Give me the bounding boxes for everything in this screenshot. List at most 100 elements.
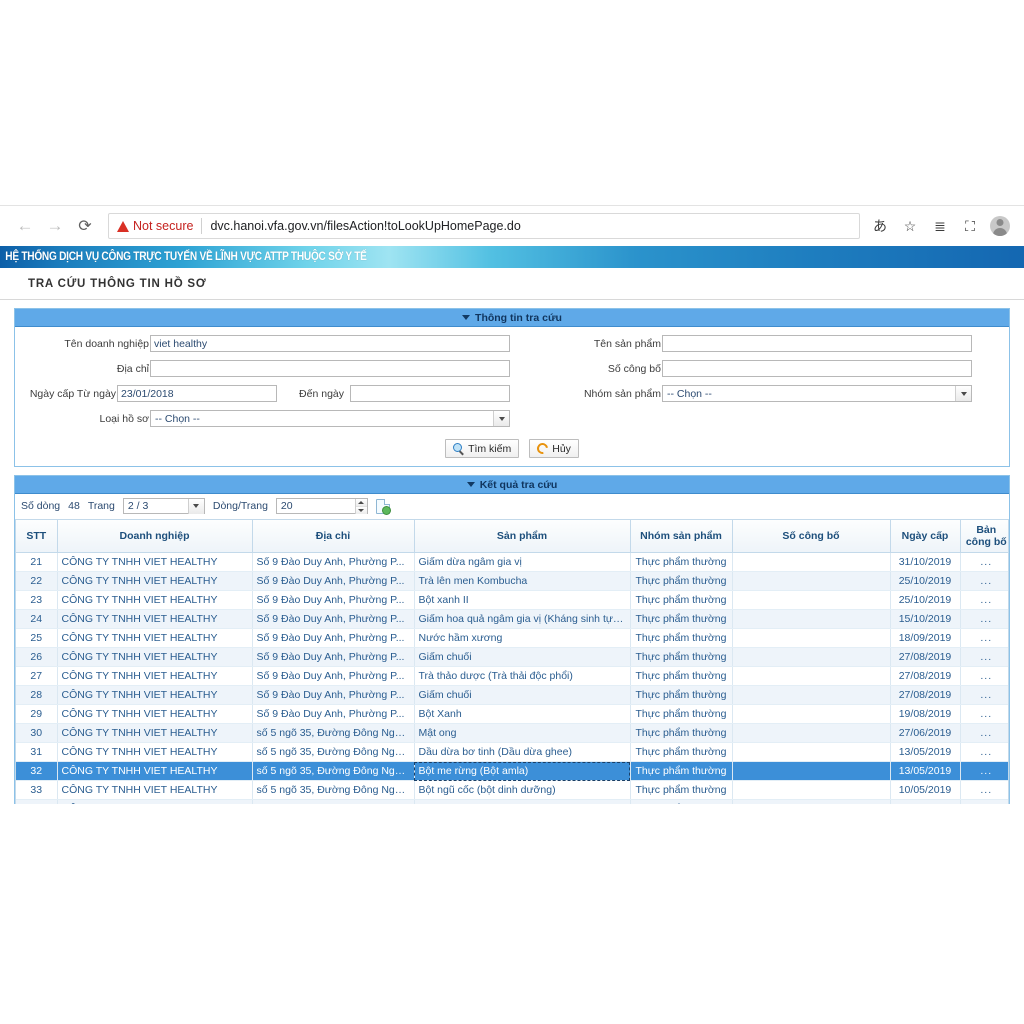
collections-icon[interactable]: ⛶ <box>956 212 984 240</box>
cancel-button[interactable]: Hủy <box>529 439 579 458</box>
cell-company: CÔNG TY TNHH VIET HEALTHY <box>57 571 253 592</box>
translate-icon[interactable]: あ <box>866 212 894 240</box>
favorite-star-icon[interactable]: ☆ <box>896 212 924 240</box>
table-row[interactable]: 30 CÔNG TY TNHH VIET HEALTHY số 5 ngõ 35, … <box>16 723 1008 744</box>
column-header-product[interactable]: Sản phẩm <box>414 520 631 554</box>
cell-date: 27/08/2019 <box>890 685 961 706</box>
page-title: TRA CỨU THÔNG TIN HỒ SƠ <box>28 277 207 290</box>
cell-group: Thực phẩm thường <box>630 647 733 668</box>
arrow-right-icon[interactable]: → <box>40 211 70 241</box>
cell-stt: 32 <box>16 761 58 782</box>
row-count-label: Số dòng <box>21 500 61 512</box>
chevron-down-icon <box>466 482 475 487</box>
results-toolbar: Số dòng 48 Trang 2 / 3 Dòng/Trang 20 <box>15 494 1009 519</box>
search-panel-header-label: Thông tin tra cứu <box>475 311 562 324</box>
results-table-container[interactable]: STT Doanh nghiệp Địa chỉ Sản phẩm Nhóm s… <box>15 519 1009 804</box>
cell-document: ... <box>960 685 1008 706</box>
column-header-group[interactable]: Nhóm sản phẩm <box>630 520 733 554</box>
address-bar[interactable]: Not secure dvc.hanoi.vfa.gov.vn/filesAct… <box>108 213 860 239</box>
export-document-icon[interactable] <box>375 498 391 515</box>
company-input[interactable] <box>150 335 510 352</box>
column-header-address[interactable]: Địa chỉ <box>252 520 415 554</box>
table-row[interactable]: 27 CÔNG TY TNHH VIET HEALTHY Số 9 Đào Duy … <box>16 666 1008 687</box>
date-to-label: Đến ngày <box>299 387 344 400</box>
url-text: dvc.hanoi.vfa.gov.vn/filesAction!toLookU… <box>210 219 521 233</box>
stepper-up-icon[interactable] <box>355 498 367 507</box>
stepper-down-icon[interactable] <box>355 506 367 514</box>
cell-document: ... <box>960 761 1008 782</box>
table-row[interactable]: 23 CÔNG TY TNHH VIET HEALTHY Số 9 Đào Duy … <box>16 590 1008 611</box>
table-row[interactable]: 28 CÔNG TY TNHH VIET HEALTHY Số 9 Đào Duy … <box>16 685 1008 706</box>
table-row[interactable]: 31 CÔNG TY TNHH VIET HEALTHY số 5 ngõ 35, … <box>16 742 1008 763</box>
cell-address: Số 9 Đào Duy Anh, Phường P... <box>252 571 415 592</box>
cell-stt: 24 <box>16 609 58 630</box>
search-button[interactable]: Tìm kiếm <box>445 439 520 458</box>
column-header-date[interactable]: Ngày cấp <box>890 520 961 554</box>
table-row[interactable]: 24 CÔNG TY TNHH VIET HEALTHY Số 9 Đào Duy … <box>16 609 1008 630</box>
file-type-select[interactable]: -- Chọn -- <box>150 410 510 427</box>
cell-declaration <box>732 552 891 573</box>
warning-triangle-icon <box>117 220 129 232</box>
cell-group: Thực phẩm thường <box>630 552 733 573</box>
cell-group: Thực phẩm thường <box>630 742 733 763</box>
table-row[interactable]: 29 CÔNG TY TNHH VIET HEALTHY Số 9 Đào Duy … <box>16 704 1008 725</box>
cell-document: ... <box>960 647 1008 668</box>
site-banner-title: HỆ THỐNG DỊCH VỤ CÔNG TRỰC TUYẾN VỀ LĨNH… <box>5 251 367 263</box>
cell-declaration <box>732 571 891 592</box>
table-row[interactable]: 25 CÔNG TY TNHH VIET HEALTHY Số 9 Đào Duy … <box>16 628 1008 649</box>
reload-icon[interactable]: ⟳ <box>70 211 100 241</box>
arrow-left-icon[interactable]: ← <box>10 211 40 241</box>
product-group-value: -- Chọn -- <box>667 387 712 400</box>
cell-product: Bột me rừng (Bột amla) <box>414 761 631 782</box>
column-header-document[interactable]: Bản công bố <box>960 520 1008 554</box>
page-select[interactable]: 2 / 3 <box>122 498 205 514</box>
cell-date: 27/08/2019 <box>890 666 961 687</box>
search-panel-header[interactable]: Thông tin tra cứu <box>15 309 1009 327</box>
refresh-icon <box>535 440 551 457</box>
chevron-down-icon[interactable] <box>187 498 204 514</box>
product-group-select[interactable]: -- Chọn -- <box>662 385 972 402</box>
cell-date: 18/09/2019 <box>890 628 961 649</box>
results-panel-header[interactable]: Kết quả tra cứu <box>15 476 1009 494</box>
cell-declaration <box>732 799 891 804</box>
address-input[interactable] <box>150 360 510 377</box>
declaration-input[interactable] <box>662 360 972 377</box>
cell-address: Số 9 Đào Duy Anh, Phường P... <box>252 685 415 706</box>
not-secure-indicator[interactable]: Not secure <box>117 219 193 233</box>
file-type-label: Loại hồ sơ <box>99 412 149 425</box>
cell-company: CÔNG TY TNHH VIET HEALTHY <box>57 552 253 573</box>
date-from-input[interactable] <box>117 385 278 402</box>
cell-group: Thực phẩm thường <box>630 685 733 706</box>
profile-avatar-icon[interactable] <box>986 212 1014 240</box>
column-header-stt[interactable]: STT <box>16 520 58 554</box>
column-header-company[interactable]: Doanh nghiệp <box>57 520 253 554</box>
table-row[interactable]: 32 CÔNG TY TNHH VIET HEALTHY số 5 ngõ 35, … <box>16 761 1008 782</box>
chevron-down-icon[interactable] <box>955 386 971 401</box>
results-table-head: STT Doanh nghiệp Địa chỉ Sản phẩm Nhóm s… <box>16 520 1008 554</box>
cell-address: Số 9 Đào Duy Anh, Phường P... <box>252 552 415 573</box>
product-input[interactable] <box>662 335 972 352</box>
blank-top-area <box>0 0 1024 205</box>
table-row[interactable]: 33 CÔNG TY TNHH VIET HEALTHY số 5 ngõ 35, … <box>16 780 1008 801</box>
date-to-input[interactable] <box>350 385 510 402</box>
column-header-declaration[interactable]: Số công bố <box>732 520 891 554</box>
cell-declaration <box>732 609 891 630</box>
table-row[interactable]: 21 CÔNG TY TNHH VIET HEALTHY Số 9 Đào Duy … <box>16 552 1008 573</box>
cell-company: CÔNG TY TNHH VIET HEALTHY <box>57 799 253 804</box>
table-row[interactable]: 26 CÔNG TY TNHH VIET HEALTHY Số 9 Đào Duy … <box>16 647 1008 668</box>
rows-per-page-stepper[interactable] <box>354 498 367 514</box>
rows-per-page-input[interactable]: 20 <box>275 498 368 514</box>
cell-stt: 29 <box>16 704 58 725</box>
cell-group: Thực phẩm thường <box>630 590 733 611</box>
cell-date: 10/05/2019 <box>890 780 961 801</box>
rows-per-page-label: Dòng/Trang <box>212 500 268 512</box>
table-row[interactable]: 34CÔNG TY TNHH VIET HEALTHYsố 5 ngõ 35, … <box>16 799 1008 804</box>
table-row[interactable]: 22 CÔNG TY TNHH VIET HEALTHY Số 9 Đào Duy … <box>16 571 1008 592</box>
cell-date: 13/05/2019 <box>890 742 961 763</box>
cell-group: Thực phẩm thường <box>630 628 733 649</box>
chevron-down-icon[interactable] <box>493 411 509 426</box>
cell-address: số 5 ngõ 35, Đường Đông Ngạc,... <box>252 742 415 763</box>
favorites-list-icon[interactable]: ≣ <box>926 212 954 240</box>
cell-product: Giấm chuối <box>414 685 631 706</box>
page-value: 2 / 3 <box>127 500 149 512</box>
